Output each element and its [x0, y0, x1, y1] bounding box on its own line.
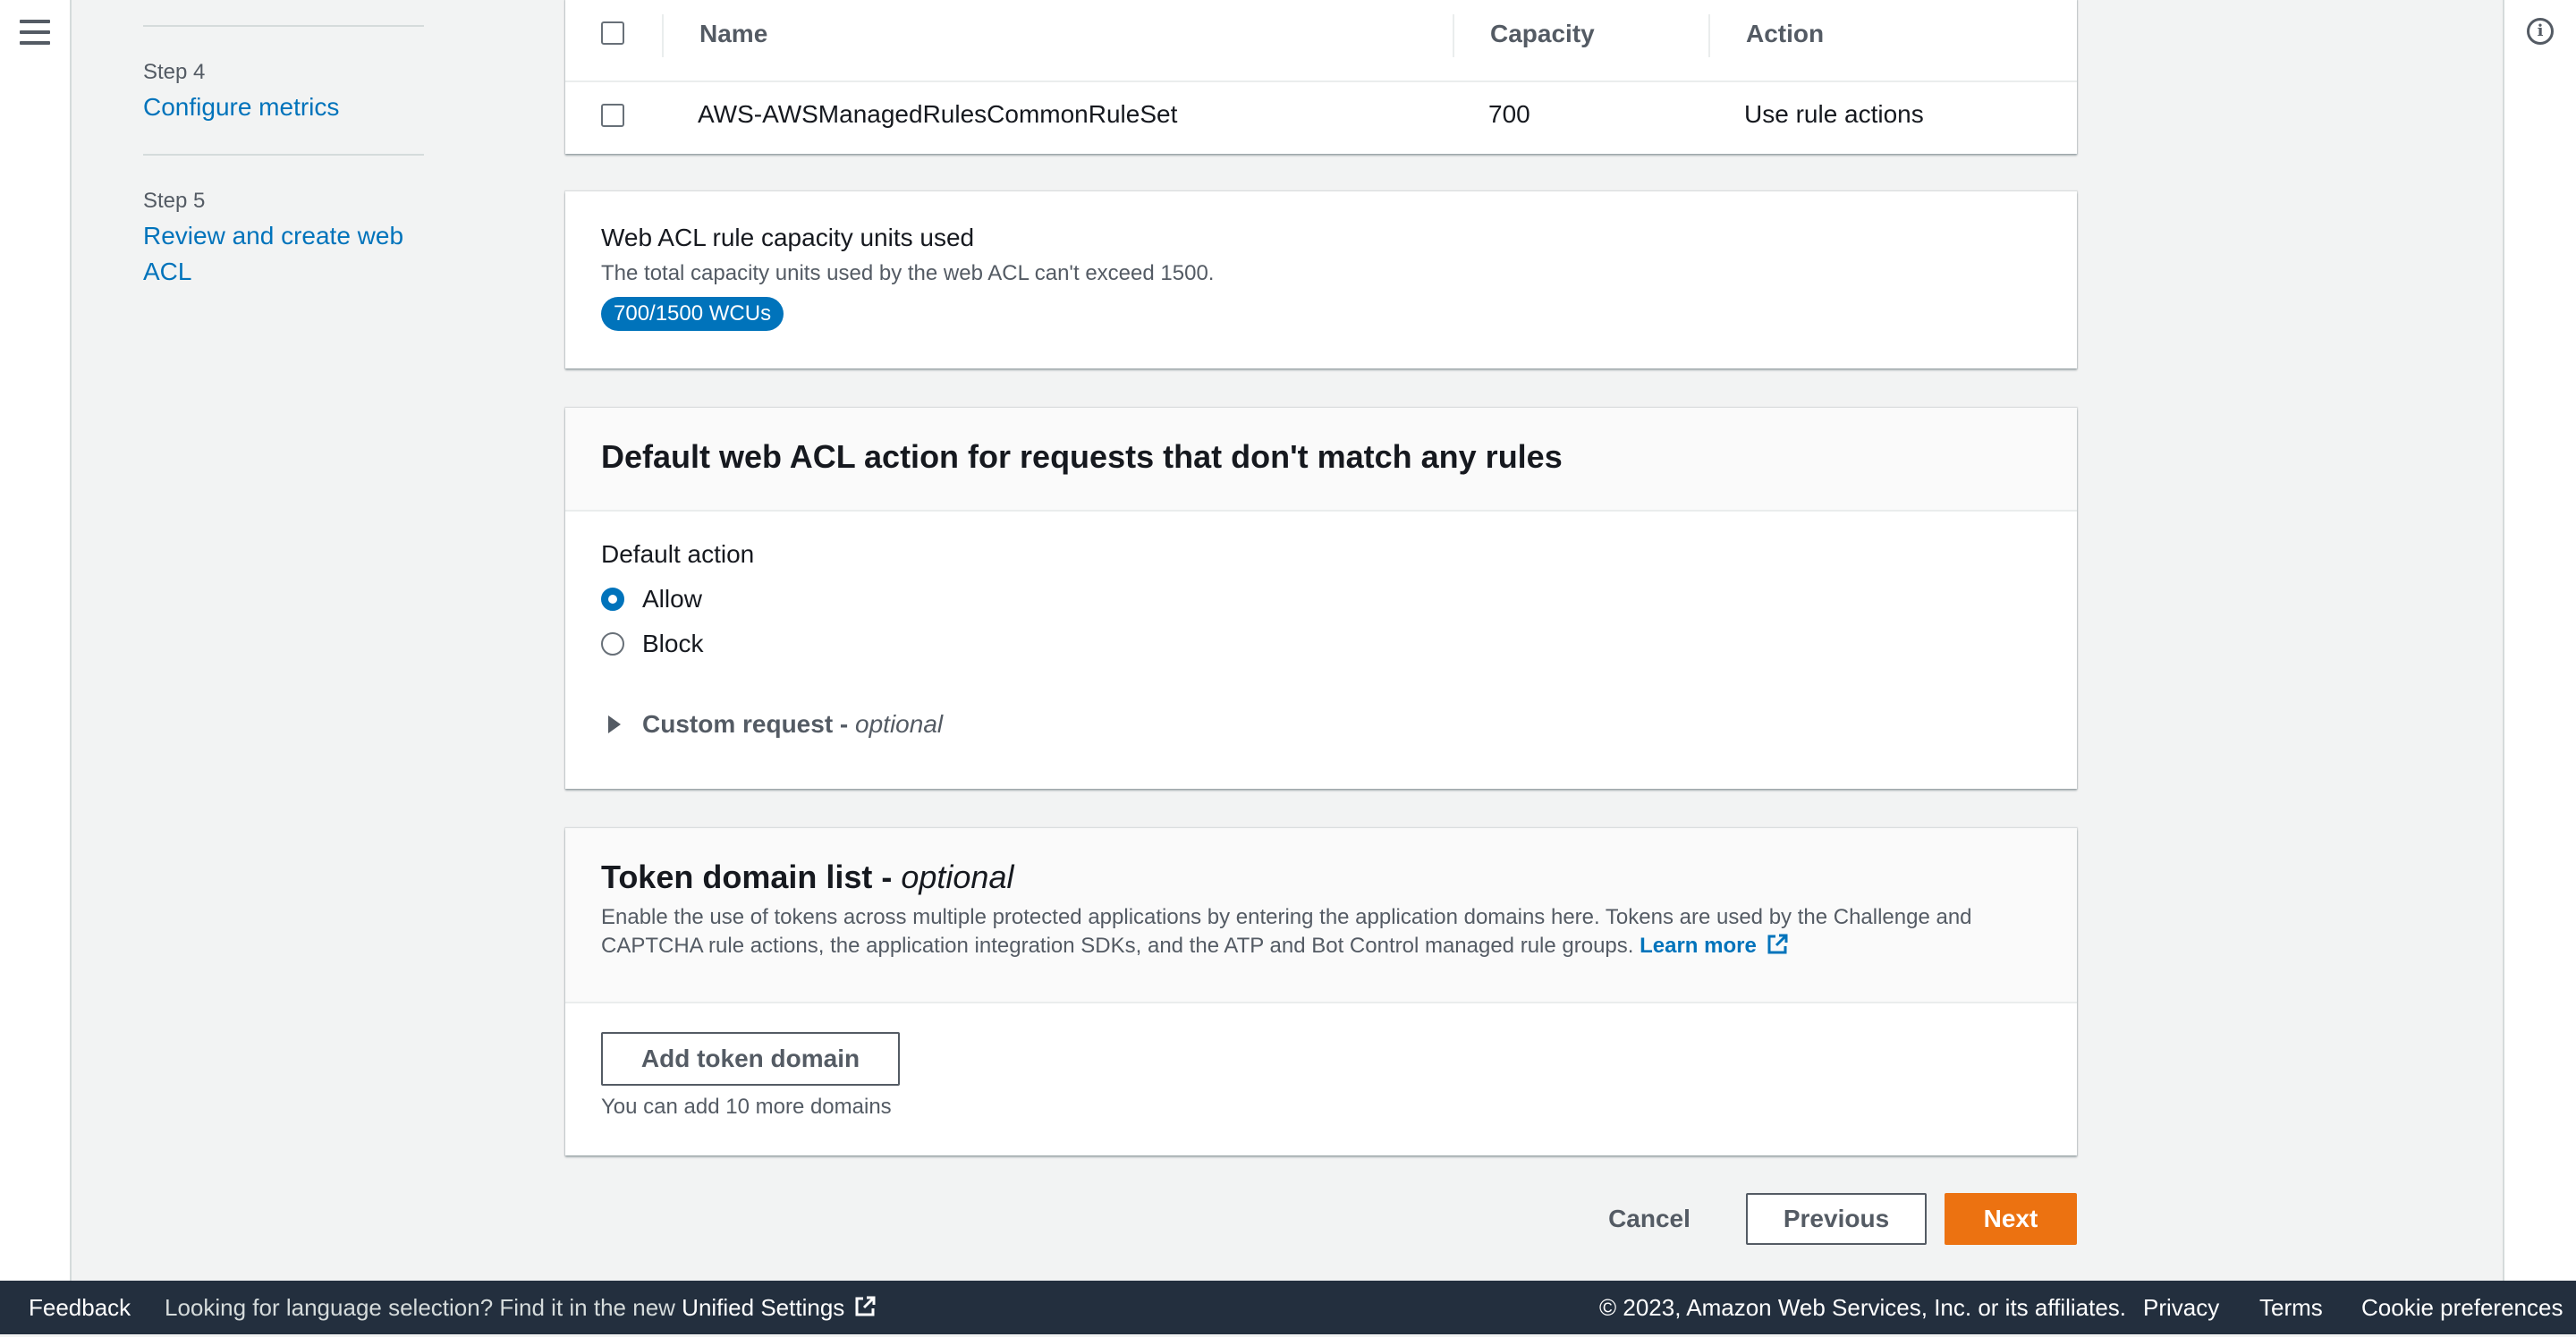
radio-allow[interactable]: Allow: [601, 583, 702, 615]
token-domain-header: Token domain list - optional Enable the …: [565, 828, 2077, 1003]
external-link-icon[interactable]: [1766, 933, 1789, 964]
add-token-domain-button[interactable]: Add token domain: [601, 1032, 900, 1086]
default-action-header: Default web ACL action for requests that…: [565, 408, 2077, 512]
footer: Feedback Looking for language selection?…: [0, 1281, 2576, 1334]
left-nav-rail: [0, 0, 72, 1281]
custom-request-expander[interactable]: Custom request - optional: [608, 708, 943, 740]
token-domain-panel: Token domain list - optional Enable the …: [565, 828, 2077, 1155]
step-link-configure-metrics[interactable]: Configure metrics: [143, 89, 424, 125]
custom-request-label: Custom request - optional: [642, 710, 944, 738]
rules-table: Name Capacity Action AWS-AWSManagedRules…: [565, 0, 2077, 154]
step-number: Step 5: [143, 189, 206, 213]
menu-icon[interactable]: [20, 20, 50, 47]
rule-capacity-cell: 700: [1488, 100, 1530, 128]
feedback-link[interactable]: Feedback: [29, 1281, 131, 1334]
column-header-action[interactable]: Action: [1746, 18, 1824, 50]
row-checkbox[interactable]: [601, 104, 624, 127]
header-divider: [565, 80, 2077, 82]
next-button[interactable]: Next: [1945, 1193, 2077, 1245]
column-separator: [1453, 14, 1454, 57]
token-domain-hint: You can add 10 more domains: [601, 1095, 892, 1119]
copyright: © 2023, Amazon Web Services, Inc. or its…: [1599, 1294, 2127, 1321]
column-separator: [662, 14, 664, 57]
token-domain-description-line1: Enable the use of tokens across multiple…: [601, 905, 1972, 929]
capacity-panel: Web ACL rule capacity units used The tot…: [565, 191, 2077, 368]
default-action-label: Default action: [601, 540, 755, 568]
wizard-step-4: Step 4 Configure metrics: [143, 27, 424, 154]
default-action-panel: Default web ACL action for requests that…: [565, 408, 2077, 789]
terms-link[interactable]: Terms: [2259, 1281, 2323, 1334]
token-domain-description-line2: CAPTCHA rule actions, the application in…: [601, 932, 1789, 964]
external-link-icon[interactable]: [853, 1283, 877, 1337]
rule-action-cell: Use rule actions: [1744, 100, 1924, 128]
column-separator: [1708, 14, 1710, 57]
select-all-checkbox[interactable]: [601, 21, 624, 45]
privacy-link[interactable]: Privacy: [2143, 1281, 2219, 1334]
cookie-preferences-link[interactable]: Cookie preferences: [2361, 1281, 2563, 1334]
language-notice: Looking for language selection? Find it …: [165, 1281, 877, 1337]
token-domain-heading: Token domain list - optional: [601, 859, 1014, 895]
radio-block-label[interactable]: Block: [642, 630, 703, 658]
default-action-heading: Default web ACL action for requests that…: [601, 438, 1563, 475]
rule-name-cell: AWS-AWSManagedRulesCommonRuleSet: [698, 100, 1178, 128]
step-number: Step 4: [143, 60, 206, 84]
learn-more-link[interactable]: Learn more: [1640, 934, 1757, 958]
caret-right-icon: [608, 715, 621, 733]
capacity-title: Web ACL rule capacity units used: [601, 224, 975, 251]
radio-allow-control[interactable]: [601, 588, 624, 611]
column-header-capacity[interactable]: Capacity: [1490, 18, 1595, 50]
previous-button[interactable]: Previous: [1746, 1193, 1927, 1245]
wizard-steps: Step 4 Configure metrics Step 5 Review a…: [143, 0, 424, 322]
tools-rail: i: [2503, 0, 2576, 1281]
cancel-button[interactable]: Cancel: [1585, 1193, 1714, 1245]
unified-settings-link[interactable]: Unified Settings: [682, 1294, 844, 1321]
capacity-badge: 700/1500 WCUs: [601, 297, 784, 331]
column-header-name[interactable]: Name: [699, 18, 767, 50]
radio-block-control[interactable]: [601, 632, 624, 656]
step-link-review-and-create[interactable]: Review and create web ACL: [143, 218, 424, 290]
capacity-description: The total capacity units used by the web…: [601, 261, 1215, 285]
radio-block[interactable]: Block: [601, 628, 703, 660]
wizard-step-5: Step 5 Review and create web ACL: [143, 156, 424, 322]
radio-allow-label[interactable]: Allow: [642, 585, 702, 613]
info-icon[interactable]: i: [2527, 18, 2554, 45]
